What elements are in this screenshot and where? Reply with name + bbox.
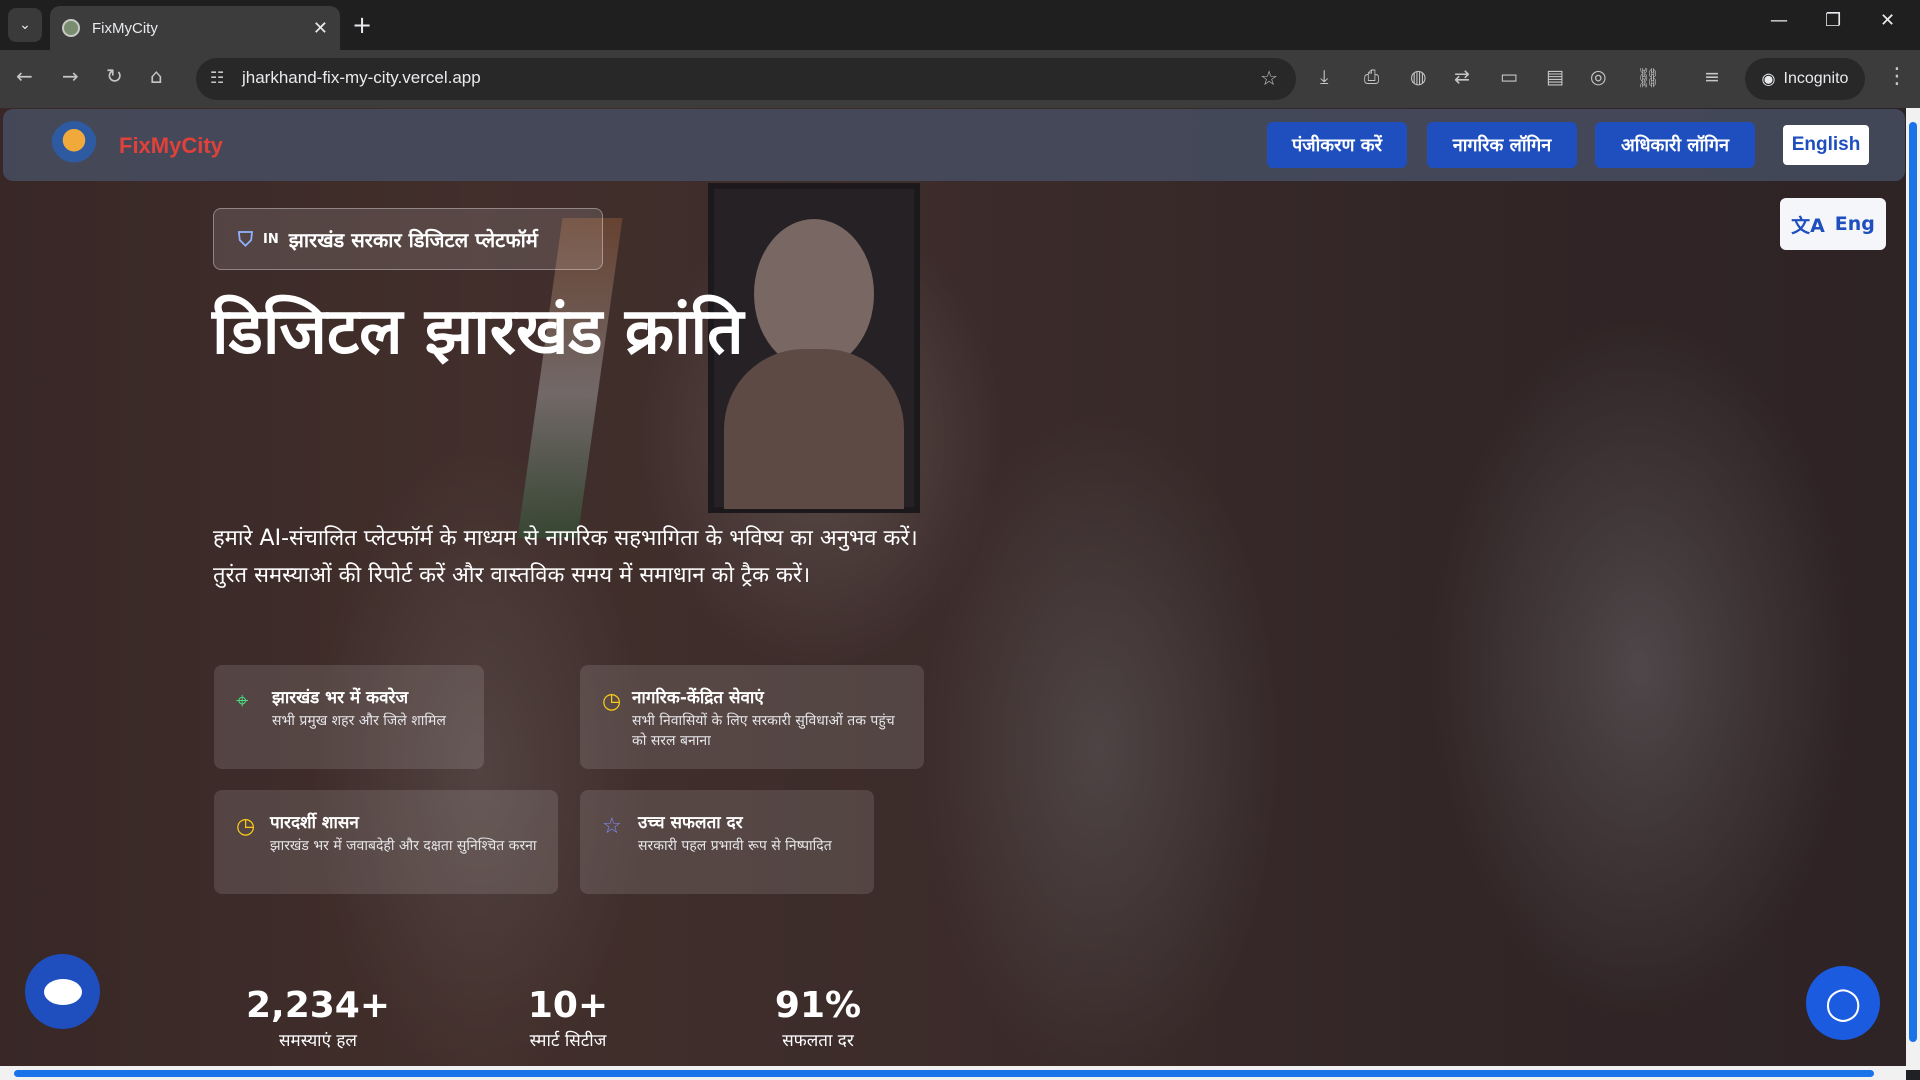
feature-title: झारखंड भर में कवरेज [272,688,409,708]
officer-login-button[interactable]: अधिकारी लॉगिन [1595,122,1755,168]
stat-smart-cities: 10+ स्मार्ट सिटीज [468,985,668,1051]
clock-icon: ◷ [236,814,256,839]
translate-button[interactable]: 文A Eng [1780,198,1886,250]
location-pin-icon: ⌖ [236,689,249,714]
stat-value: 91% [774,985,862,1026]
fixmycity-logo-icon[interactable] [51,121,97,169]
feature-card-citizen-services: ◷ नागरिक-केंद्रित सेवाएं सभी निवासियों क… [580,665,924,769]
feature-desc: सरकारी पहल प्रभावी रूप से निष्पादित [638,838,832,854]
india-flag-tag: IN [263,231,279,247]
feature-card-success-rate: ☆ उच्च सफलता दर सरकारी पहल प्रभावी रूप स… [580,790,874,894]
translate-label: Eng [1834,213,1875,235]
feature-desc: सभी प्रमुख शहर और जिले शामिल [272,713,446,729]
badge-text: झारखंड सरकार डिजिटल प्लेटफॉर्म [288,227,538,252]
feature-title: उच्च सफलता दर [638,813,743,833]
chatbot-bubble-button[interactable] [25,954,100,1029]
hero-description: हमारे AI-संचालित प्लेटफॉर्म के माध्यम से… [213,526,918,588]
message-circle-icon: ◯ [1825,984,1861,1022]
feature-title: नागरिक-केंद्रित सेवाएं [632,688,764,708]
feature-card-coverage: ⌖ झारखंड भर में कवरेज सभी प्रमुख शहर और … [214,665,484,769]
chat-bubble-icon [43,978,82,1005]
stat-label: सफलता दर [782,1031,854,1051]
platform-badge: ⛉ IN झारखंड सरकार डिजिटल प्लेटफॉर्म [213,208,603,270]
feature-desc: झारखंड भर में जवाबदेही और दक्षता सुनिश्च… [270,838,537,854]
star-icon: ☆ [602,814,622,839]
feature-card-transparent-governance: ◷ पारदर्शी शासन झारखंड भर में जवाबदेही औ… [214,790,558,894]
citizen-login-button[interactable]: नागरिक लॉगिन [1427,122,1577,168]
feature-title: पारदर्शी शासन [270,813,359,833]
hero-headline: डिजिटल झारखंड क्रांति [212,295,744,369]
stat-success-rate: 91% सफलता दर [718,985,918,1051]
message-chat-button[interactable]: ◯ [1806,966,1880,1040]
stat-issues-resolved: 2,234+ समस्याएं हल [218,985,418,1051]
feature-desc: सभी निवासियों के लिए सरकारी सुविधाओं तक … [632,713,895,749]
stat-value: 2,234+ [245,985,391,1026]
stat-label: समस्याएं हल [279,1031,357,1051]
stat-label: स्मार्ट सिटीज [529,1031,607,1051]
register-button[interactable]: पंजीकरण करें [1267,122,1407,168]
site-header: FixMyCity पंजीकरण करें नागरिक लॉगिन अधिक… [3,109,1905,181]
language-toggle-button[interactable]: English [1783,125,1869,165]
stat-value: 10+ [527,985,609,1026]
shield-icon: ⛉ [238,227,253,251]
logo-text[interactable]: FixMyCity [119,133,223,159]
translate-icon: 文A [1791,214,1825,237]
clock-icon: ◷ [602,689,622,714]
